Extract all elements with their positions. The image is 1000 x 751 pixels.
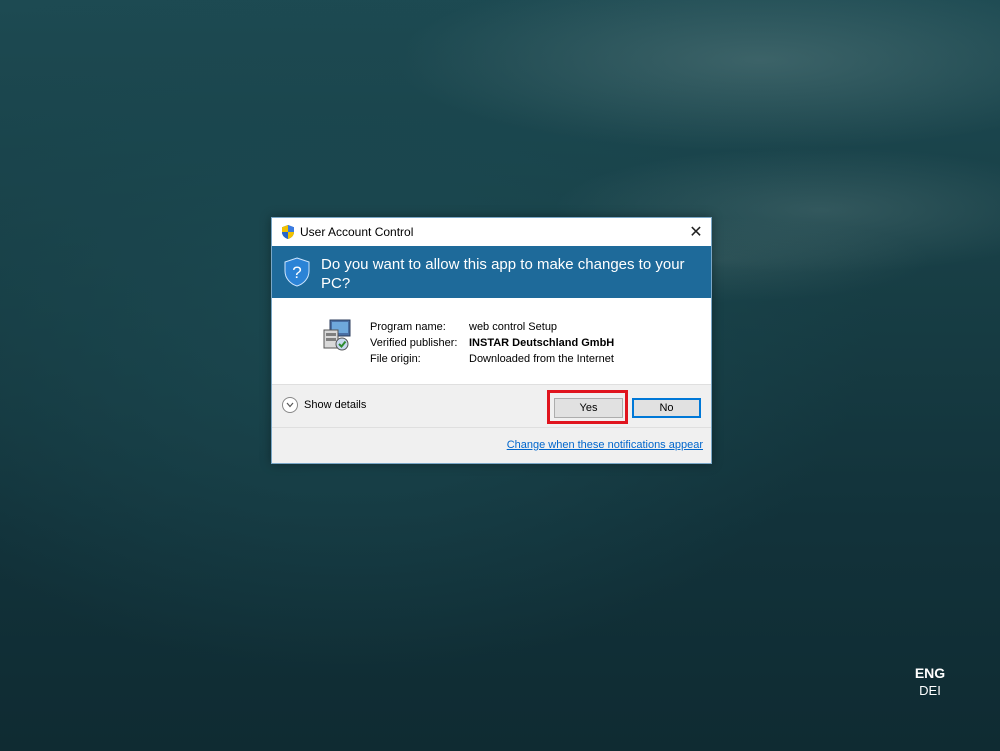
dialog-question: Do you want to allow this app to make ch… [321, 256, 685, 292]
yes-button[interactable]: Yes [554, 398, 623, 418]
close-button[interactable]: ✕ [681, 218, 711, 246]
info-label: Program name: [370, 321, 446, 333]
change-notifications-link[interactable]: Change when these notifications appear [507, 439, 703, 451]
info-label: Verified publisher: [370, 337, 458, 349]
title-bar: User Account Control ✕ [272, 218, 711, 246]
info-value: INSTAR Deutschland GmbH [469, 337, 615, 349]
info-row: File origin: Downloaded from the Internet [370, 351, 614, 367]
show-details-toggle[interactable]: Show details [282, 397, 366, 413]
uac-shield-icon [282, 225, 294, 239]
installer-icon [323, 319, 351, 351]
info-row: Verified publisher: INSTAR Deutschland Gm… [370, 335, 614, 351]
question-shield-icon: ? [284, 257, 310, 287]
language-indicator[interactable]: ENG DEI [900, 664, 960, 700]
show-details-label: Show details [304, 399, 367, 411]
dialog-footer: Show details Yes No Change when these no… [272, 384, 711, 463]
no-button[interactable]: No [632, 398, 701, 418]
program-info-table: Program name: web control Setup Verified p… [370, 319, 614, 367]
info-value: web control Setup [469, 321, 558, 333]
dialog-title: User Account Control [300, 225, 414, 239]
info-label: File origin: [370, 353, 421, 365]
chevron-down-icon [282, 397, 298, 413]
desktop-background: User Account Control ✕ ? Do you want to … [0, 0, 1000, 751]
info-value: Downloaded from the Internet [469, 353, 614, 365]
language-code: ENG [914, 665, 946, 681]
footer-divider [272, 427, 711, 428]
svg-text:?: ? [292, 263, 301, 282]
close-icon: ✕ [689, 224, 703, 241]
uac-dialog: User Account Control ✕ ? Do you want to … [271, 217, 712, 464]
question-banner: ? Do you want to allow this app to make … [272, 246, 711, 298]
program-details: Program name: web control Setup Verified p… [272, 298, 711, 384]
info-row: Program name: web control Setup [370, 319, 614, 335]
keyboard-layout: DEI [919, 683, 941, 698]
